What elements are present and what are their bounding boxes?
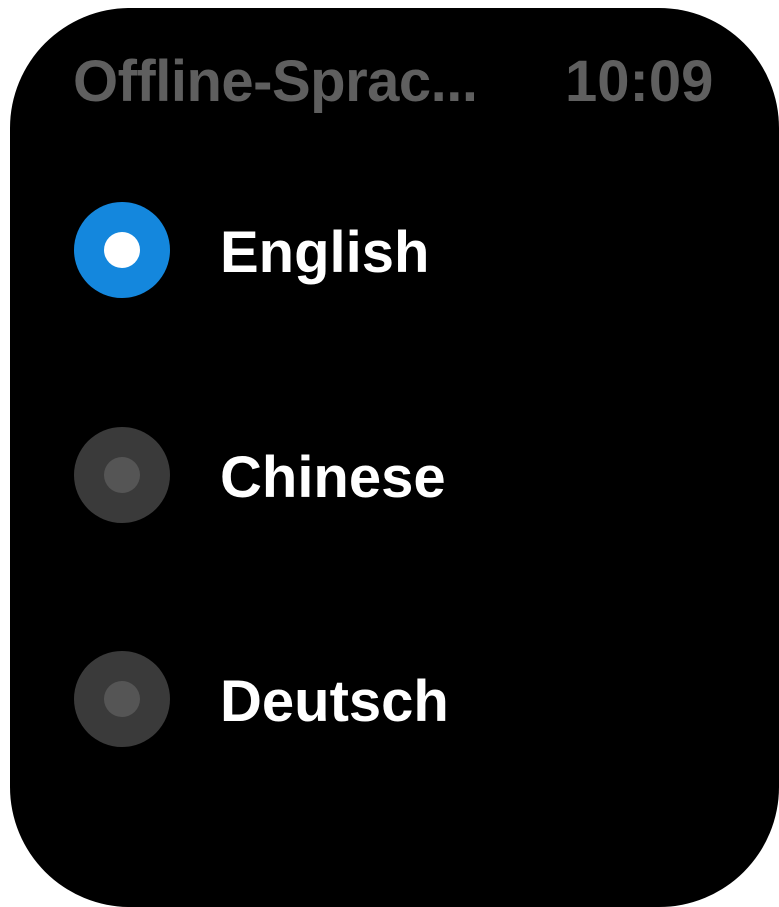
radio-button-icon[interactable]: [74, 427, 170, 523]
page-title: Offline-Sprac...: [73, 49, 478, 114]
radio-dot: [104, 457, 140, 493]
watch-screen: Offline-Sprac... 10:09 English Chinese D…: [10, 8, 779, 907]
radio-dot: [104, 232, 140, 268]
language-option-deutsch[interactable]: Deutsch: [10, 624, 779, 774]
language-option-english[interactable]: English: [10, 175, 779, 325]
radio-dot: [104, 681, 140, 717]
clock-time: 10:09: [565, 49, 714, 114]
radio-button-icon[interactable]: [74, 202, 170, 298]
language-option-label: English: [220, 220, 430, 285]
language-option-chinese[interactable]: Chinese: [10, 400, 779, 550]
status-bar: Offline-Sprac... 10:09: [10, 8, 779, 148]
language-option-label: Deutsch: [220, 669, 449, 734]
language-option-label: Chinese: [220, 445, 446, 510]
radio-button-icon[interactable]: [74, 651, 170, 747]
